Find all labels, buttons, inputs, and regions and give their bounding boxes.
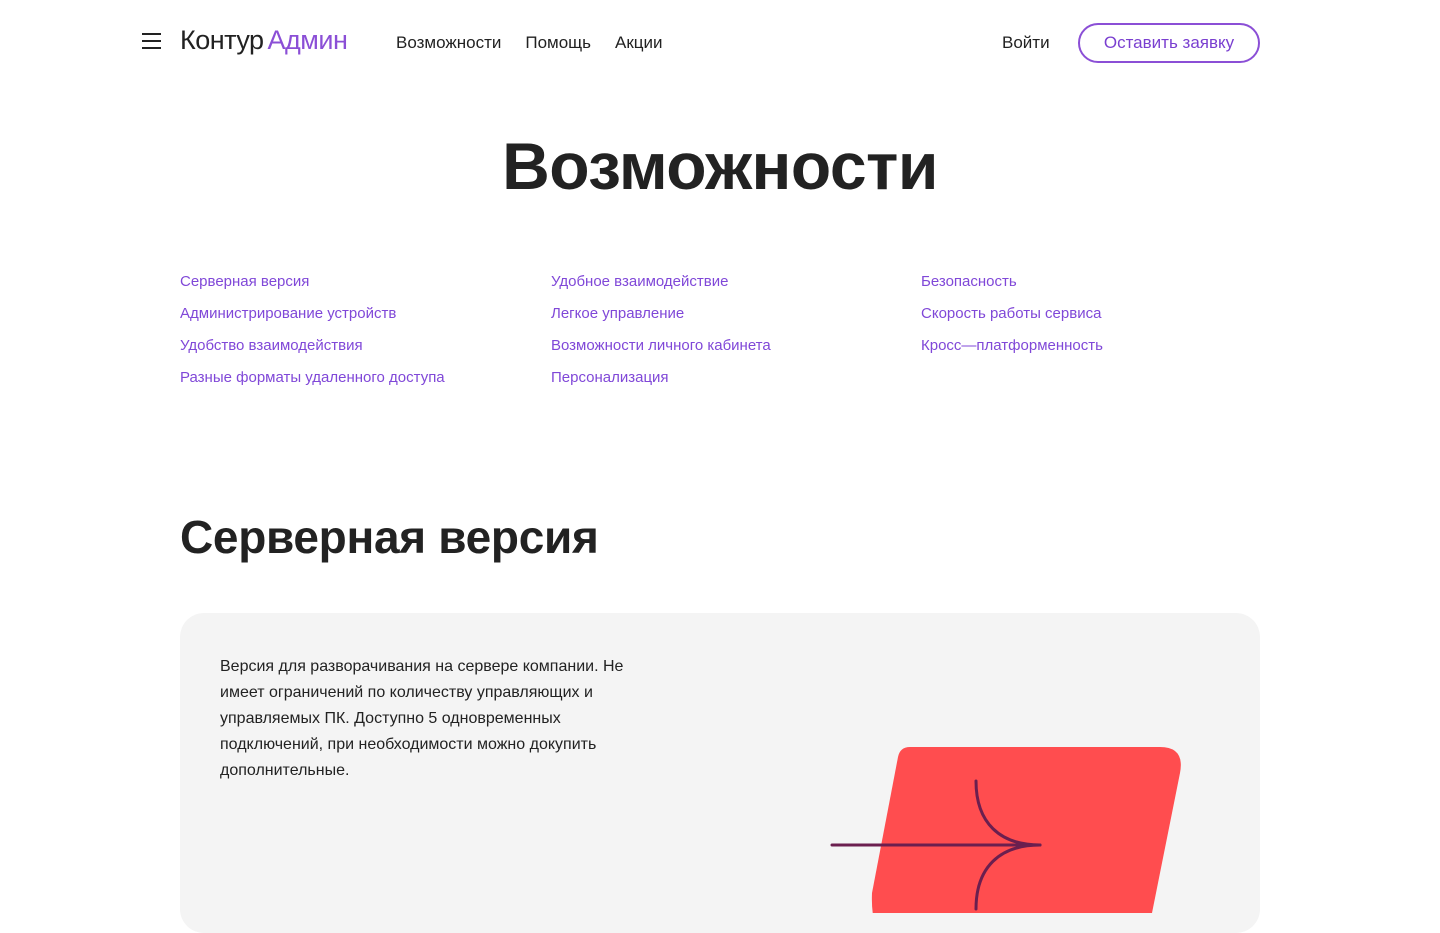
feature-link[interactable]: Серверная версия (180, 272, 445, 291)
menu-icon[interactable] (142, 32, 162, 50)
feature-link[interactable]: Безопасность (921, 272, 1103, 291)
feature-link[interactable]: Возможности личного кабинета (551, 336, 771, 355)
feature-link[interactable]: Удобное взаимодействие (551, 272, 771, 291)
nav-item-promotions[interactable]: Акции (615, 33, 663, 53)
feature-links-column-2: Удобное взаимодействие Легкое управление… (551, 272, 771, 387)
logo-brand: Контур (180, 25, 264, 55)
login-link[interactable]: Войти (1002, 33, 1050, 53)
logo[interactable]: Контур Админ (180, 25, 348, 56)
site-header: Контур Админ Возможности Помощь Акции Вой… (0, 0, 1440, 86)
feature-link[interactable]: Легкое управление (551, 304, 771, 323)
submit-request-button[interactable]: Оставить заявку (1078, 23, 1260, 63)
nav-item-help[interactable]: Помощь (525, 33, 591, 53)
feature-link[interactable]: Скорость работы сервиса (921, 304, 1103, 323)
feature-description: Версия для разворачивания на сервере ком… (220, 658, 624, 779)
feature-link[interactable]: Удобство взаимодействия (180, 336, 445, 355)
logo-product: Админ (267, 25, 348, 55)
feature-link[interactable]: Кросс—платформенность (921, 336, 1103, 355)
section-title: Серверная версия (180, 511, 599, 563)
feature-link[interactable]: Персонализация (551, 368, 771, 387)
main-nav: Возможности Помощь Акции (396, 33, 663, 53)
server-merge-arrow-icon (800, 673, 1200, 933)
feature-link[interactable]: Администрирование устройств (180, 304, 445, 323)
feature-card: Версия для разворачивания на сервере ком… (180, 613, 1260, 933)
feature-links-column-1: Серверная версия Администрирование устро… (180, 272, 445, 387)
nav-item-features[interactable]: Возможности (396, 33, 501, 53)
page-title: Возможности (502, 129, 938, 203)
feature-links-column-3: Безопасность Скорость работы сервиса Кро… (921, 272, 1103, 355)
feature-link[interactable]: Разные форматы удаленного доступа (180, 368, 445, 387)
